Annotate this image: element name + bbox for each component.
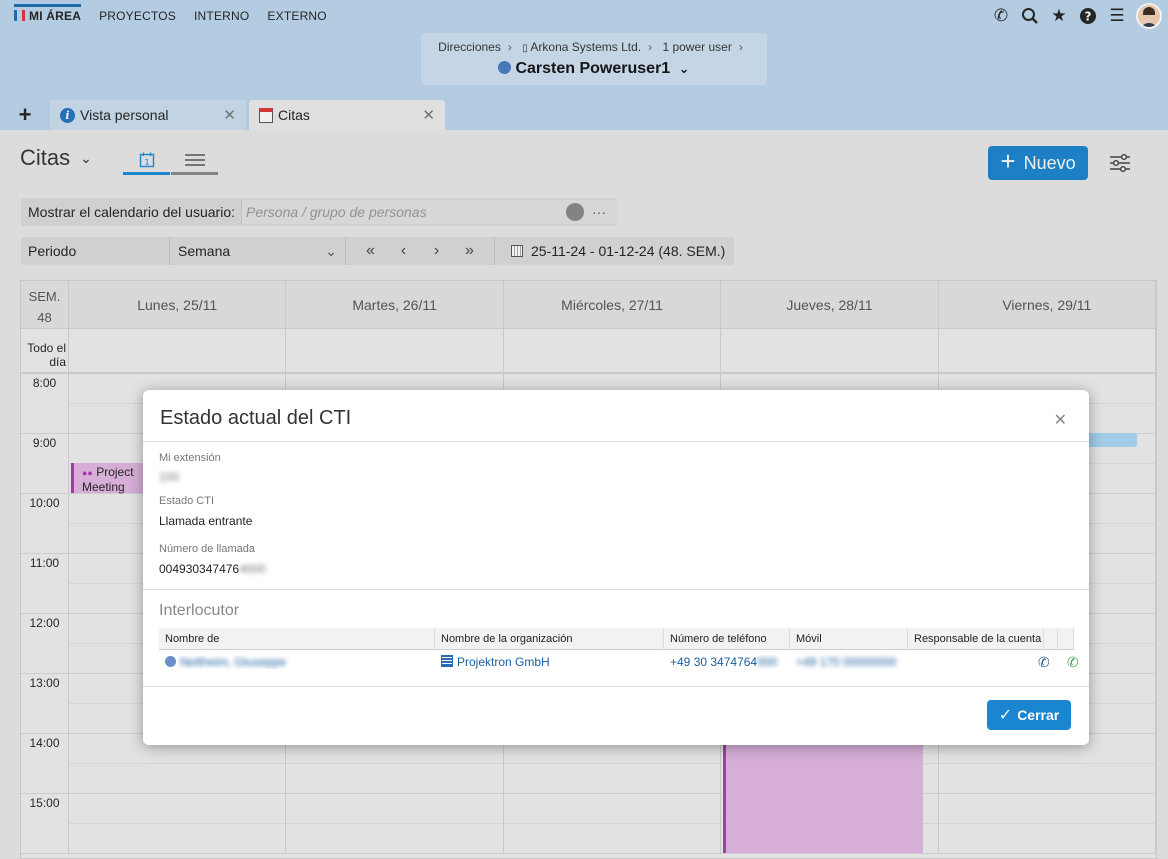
call-number-label: Número de llamada [159,543,255,555]
extension-value: 100 [159,470,180,484]
column-header[interactable]: Número de teléfono [664,628,790,649]
extension-label: Mi extensión [159,452,221,464]
column-header [1044,628,1058,649]
organization-link[interactable]: Projektron GmbH [435,655,664,669]
phone-link[interactable]: +49 30 3474764000 [664,655,790,669]
organization-name: Projektron GmbH [457,655,550,669]
call-number-visible: 004930347476 [159,562,240,576]
dialog-title: Estado actual del CTI [160,407,352,429]
column-header [1058,628,1074,649]
column-header[interactable]: Nombre de [159,628,435,649]
person-icon [165,656,176,667]
divider [143,589,1089,590]
call-phone-icon[interactable]: ✆ [1038,654,1050,671]
check-icon: ✓ [998,707,1013,724]
section-title: Interlocutor [159,602,240,619]
mobile-link[interactable]: +49 170 00000000 [790,655,908,669]
call-number-hidden: 4000 [239,562,266,576]
column-header[interactable]: Móvil [790,628,908,649]
contact-table: Nombre de Nombre de la organización Núme… [159,628,1074,674]
close-button-label: Cerrar [1017,707,1060,723]
table-row: Nettheim, Giuseppe Projektron GmbH +49 3… [159,650,1074,674]
divider [143,441,1089,442]
contact-name: Nettheim, Giuseppe [180,655,287,669]
close-icon[interactable]: ✕ [1054,410,1067,430]
contact-name-link[interactable]: Nettheim, Giuseppe [159,655,435,669]
close-button[interactable]: ✓ Cerrar [987,700,1071,730]
phone-hidden: 000 [757,655,778,669]
cti-state-value: Llamada entrante [159,514,253,528]
column-header[interactable]: Responsable de la cuenta [908,628,1044,649]
cti-state-label: Estado CTI [159,495,215,507]
organization-icon [441,655,453,667]
table-header: Nombre de Nombre de la organización Núme… [159,628,1074,650]
divider [143,686,1089,687]
call-number-value: 0049303474764000 [159,562,266,576]
cti-status-dialog: Estado actual del CTI ✕ Mi extensión 100… [143,390,1089,745]
column-header[interactable]: Nombre de la organización [435,628,664,649]
answer-call-icon[interactable]: ✆ [1067,654,1079,671]
phone-visible: +49 30 3474764 [670,655,758,669]
